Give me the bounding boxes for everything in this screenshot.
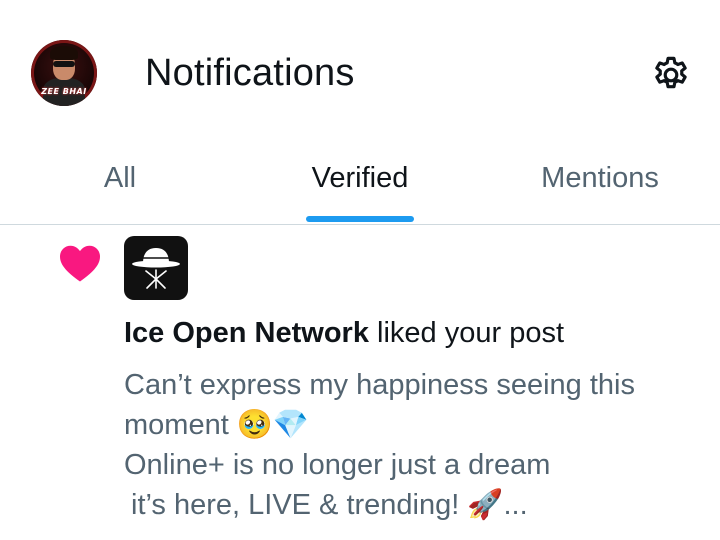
- avatar[interactable]: ZEE BHAI: [31, 40, 97, 106]
- post-preview[interactable]: Can’t express my happiness seeing this m…: [124, 365, 694, 525]
- avatar-glasses: [53, 61, 75, 67]
- heart-icon: [60, 245, 100, 282]
- avatar-brand-text: ZEE BHAI: [41, 87, 87, 96]
- notification-text: Ice Open Network liked your post: [124, 317, 564, 350]
- post-line: moment 🥹💎: [124, 409, 310, 441]
- post-line: it’s here, LIVE & trending! 🚀...: [131, 489, 528, 521]
- tab-all[interactable]: All: [40, 162, 200, 202]
- notification-tabs: All Verified Mentions: [0, 150, 720, 225]
- actor-name[interactable]: Ice Open Network: [124, 317, 369, 349]
- active-tab-indicator: [306, 216, 414, 222]
- avatar-hair: [50, 46, 78, 60]
- tab-mentions[interactable]: Mentions: [520, 162, 680, 202]
- action-text: liked your post: [368, 317, 565, 349]
- post-line: Online+ is no longer just a dream: [124, 449, 551, 481]
- notification-item[interactable]: Ice Open Network liked your post Can’t e…: [0, 225, 720, 540]
- app-header: ZEE BHAI Notifications: [0, 0, 720, 150]
- tab-verified[interactable]: Verified: [280, 162, 440, 202]
- gear-icon[interactable]: [650, 54, 692, 96]
- post-line: Can’t express my happiness seeing this: [124, 369, 635, 401]
- ice-network-logo-icon[interactable]: [124, 236, 188, 300]
- page-title: Notifications: [145, 52, 355, 94]
